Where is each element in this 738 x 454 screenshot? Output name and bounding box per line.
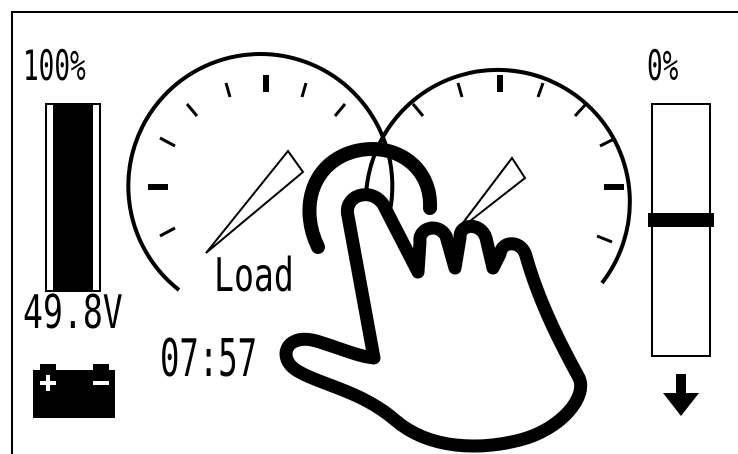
tap-hand-icon (279, 142, 588, 453)
